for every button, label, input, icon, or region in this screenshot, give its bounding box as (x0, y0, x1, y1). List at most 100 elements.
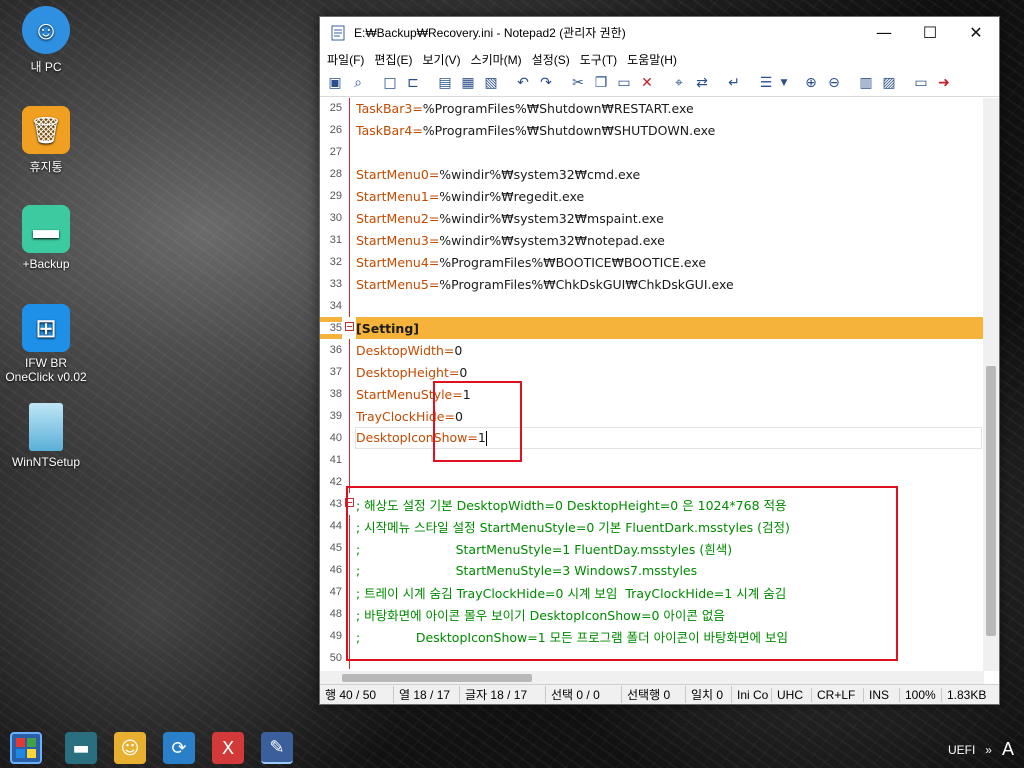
equals-sign: = (444, 408, 455, 424)
zoom-out-icon[interactable]: ⊖ (823, 72, 845, 94)
toolbar: ▣ ⌕ □ ⊏ ▤ ▦ ▧ ↶ ↷ ✂ ❐ ▭ ✕ ⌖ ⇄ ↵ ☰ ▼ ⊕ ⊖ … (320, 70, 999, 97)
editor-line[interactable]: 37 DesktopHeight=0 (320, 361, 984, 383)
editor-line[interactable]: 28 StartMenu0=%windir%₩system32₩cmd.exe (320, 163, 984, 185)
exit-icon[interactable]: ➜ (933, 72, 955, 94)
find-icon[interactable]: ⌖ (668, 72, 690, 94)
editor-line[interactable]: 38 StartMenuStyle=1 (320, 383, 984, 405)
toolbar-separator (791, 72, 799, 94)
open-browse-icon[interactable]: ▣ (324, 72, 346, 94)
fold-toggle-icon[interactable] (345, 498, 354, 507)
editor-line[interactable]: 36 DesktopWidth=0 (320, 339, 984, 361)
notepad-icon[interactable]: ✎ (261, 732, 293, 764)
editor-line[interactable]: 45 ; StartMenuStyle=1 FluentDay.msstyles … (320, 537, 984, 559)
customize-icon[interactable]: ▨ (878, 72, 900, 94)
horizontal-scrollbar[interactable] (320, 671, 984, 685)
title-bar[interactable]: E:₩Backup₩Recovery.ini - Notepad2 (관리자 권… (320, 17, 999, 48)
minimize-button[interactable]: — (861, 17, 907, 48)
desktop-icon-recycle-bin[interactable]: 🗑 휴지통 (4, 106, 88, 175)
editor-line[interactable]: 49 ; DesktopIconShow=1 모든 프로그램 폴더 아이콘이 바탕… (320, 625, 984, 647)
user-icon[interactable]: ☺ (114, 732, 146, 764)
editor-line[interactable]: 50 (320, 647, 984, 669)
fold-margin (342, 647, 356, 669)
editor-line[interactable]: 27 (320, 141, 984, 163)
undo-icon[interactable]: ↶ (512, 72, 534, 94)
editor-line[interactable]: 46 ; StartMenuStyle=3 Windows7.msstyles (320, 559, 984, 581)
status-zoom[interactable]: 100% (900, 687, 942, 702)
window-icon[interactable]: ▬ (65, 732, 97, 764)
close-button[interactable]: ✕ (953, 17, 999, 48)
line-number: 39 (329, 410, 342, 422)
ime-indicator[interactable]: A (1002, 739, 1014, 760)
status-lexer[interactable]: Ini Co (732, 687, 772, 702)
chevron-down-icon[interactable]: ▼ (778, 72, 790, 94)
editor-line[interactable]: 43 ; 해상도 설정 기본 DesktopWidth=0 DesktopHeig… (320, 493, 984, 515)
menu-file[interactable]: 파일(F) (322, 51, 369, 68)
view-options-icon[interactable]: ☰ (755, 72, 777, 94)
line-number: 30 (329, 212, 342, 224)
editor-line[interactable]: 41 (320, 449, 984, 471)
copy-icon[interactable]: ❐ (590, 72, 612, 94)
menu-tools[interactable]: 도구(T) (575, 51, 622, 68)
desktop-icon-winntsetup[interactable]: WinNTSetup (4, 403, 88, 469)
editor-line[interactable]: 30 StartMenu2=%windir%₩system32₩mspaint.e… (320, 207, 984, 229)
editor-line[interactable]: 40 DesktopIconShow=1 (320, 427, 984, 449)
status-eol[interactable]: CR+LF (812, 687, 864, 702)
editor-line[interactable]: 35 [Setting] (320, 317, 984, 339)
editor-line[interactable]: 47 ; 트레이 시계 숨김 TrayClockHide=0 시계 보임 Tray… (320, 581, 984, 603)
console-icon[interactable]: ▭ (910, 72, 932, 94)
cut-icon[interactable]: ✂ (567, 72, 589, 94)
start-icon[interactable] (10, 732, 42, 764)
editor-line[interactable]: 34 (320, 295, 984, 317)
editor-line[interactable]: 33 StartMenu5=%ProgramFiles%₩ChkDskGUI₩Ch… (320, 273, 984, 295)
toolbar-separator (425, 72, 433, 94)
delete-icon[interactable]: ✕ (636, 72, 658, 94)
redo-icon[interactable]: ↷ (535, 72, 557, 94)
menu-view[interactable]: 보기(V) (417, 51, 465, 68)
paste-icon[interactable]: ▭ (613, 72, 635, 94)
x-app-icon[interactable]: X (212, 732, 244, 764)
line-number: 38 (329, 388, 342, 400)
menu-schema[interactable]: 스키마(M) (466, 51, 527, 68)
sync-icon[interactable]: ⟳ (163, 732, 195, 764)
new-file-icon[interactable]: □ (379, 72, 401, 94)
editor-line[interactable]: 29 StartMenu1=%windir%₩regedit.exe (320, 185, 984, 207)
scroll-thumb[interactable] (342, 674, 532, 682)
system-tray: UEFI » A (948, 739, 1014, 760)
find-file-icon[interactable]: ⌕ (347, 72, 369, 94)
editor-line[interactable]: 25 TaskBar3=%ProgramFiles%₩Shutdown₩RESTA… (320, 98, 984, 119)
zoom-in-icon[interactable]: ⊕ (800, 72, 822, 94)
tray-chevron-icon[interactable]: » (985, 743, 992, 757)
desktop-icon-ifw-br[interactable]: ⊞ IFW BR OneClick v0.02 (4, 304, 88, 384)
line-number: 42 (329, 476, 342, 488)
editor-line[interactable]: 31 StartMenu3=%windir%₩system32₩notepad.e… (320, 229, 984, 251)
save-as-icon[interactable]: ▦ (457, 72, 479, 94)
vertical-scrollbar[interactable] (983, 98, 999, 671)
schema-icon[interactable]: ▥ (855, 72, 877, 94)
ini-comment: ; StartMenuStyle=3 Windows7.msstyles (356, 562, 698, 578)
fold-margin (342, 449, 356, 471)
menu-help[interactable]: 도움말(H) (622, 51, 682, 68)
editor-line[interactable]: 44 ; 시작메뉴 스타일 설정 StartMenuStyle=0 기본 Flue… (320, 515, 984, 537)
editor-line[interactable]: 32 StartMenu4=%ProgramFiles%₩BOOTICE₩BOOT… (320, 251, 984, 273)
editor-line[interactable]: 26 TaskBar4=%ProgramFiles%₩Shutdown₩SHUTD… (320, 119, 984, 141)
status-encoding[interactable]: UHC (772, 687, 812, 702)
editor-line[interactable]: 39 TrayClockHide=0 (320, 405, 984, 427)
replace-icon[interactable]: ⇄ (691, 72, 713, 94)
open-folder-icon[interactable]: ⊏ (402, 72, 424, 94)
desktop-icon-my-pc[interactable]: ☺ 내 PC (4, 6, 88, 75)
save-copy-icon[interactable]: ▧ (480, 72, 502, 94)
editor-line[interactable]: 42 (320, 471, 984, 493)
scroll-thumb[interactable] (986, 366, 996, 636)
fold-toggle-icon[interactable] (345, 322, 354, 331)
desktop-icon-backup[interactable]: ▬ +Backup (4, 205, 88, 271)
ini-value: %windir%₩system32₩notepad.exe (439, 232, 665, 248)
text-editor[interactable]: 25 TaskBar3=%ProgramFiles%₩Shutdown₩RESTA… (320, 98, 984, 671)
menu-settings[interactable]: 설정(S) (527, 51, 575, 68)
word-wrap-icon[interactable]: ↵ (723, 72, 745, 94)
editor-line[interactable]: 48 ; 바탕화면에 아이콘 몰우 보이기 DesktopIconShow=0 아… (320, 603, 984, 625)
menu-edit[interactable]: 편집(E) (369, 51, 417, 68)
fold-margin (342, 229, 356, 251)
save-icon[interactable]: ▤ (434, 72, 456, 94)
status-ins[interactable]: INS (864, 687, 900, 702)
maximize-button[interactable]: ☐ (907, 17, 953, 48)
